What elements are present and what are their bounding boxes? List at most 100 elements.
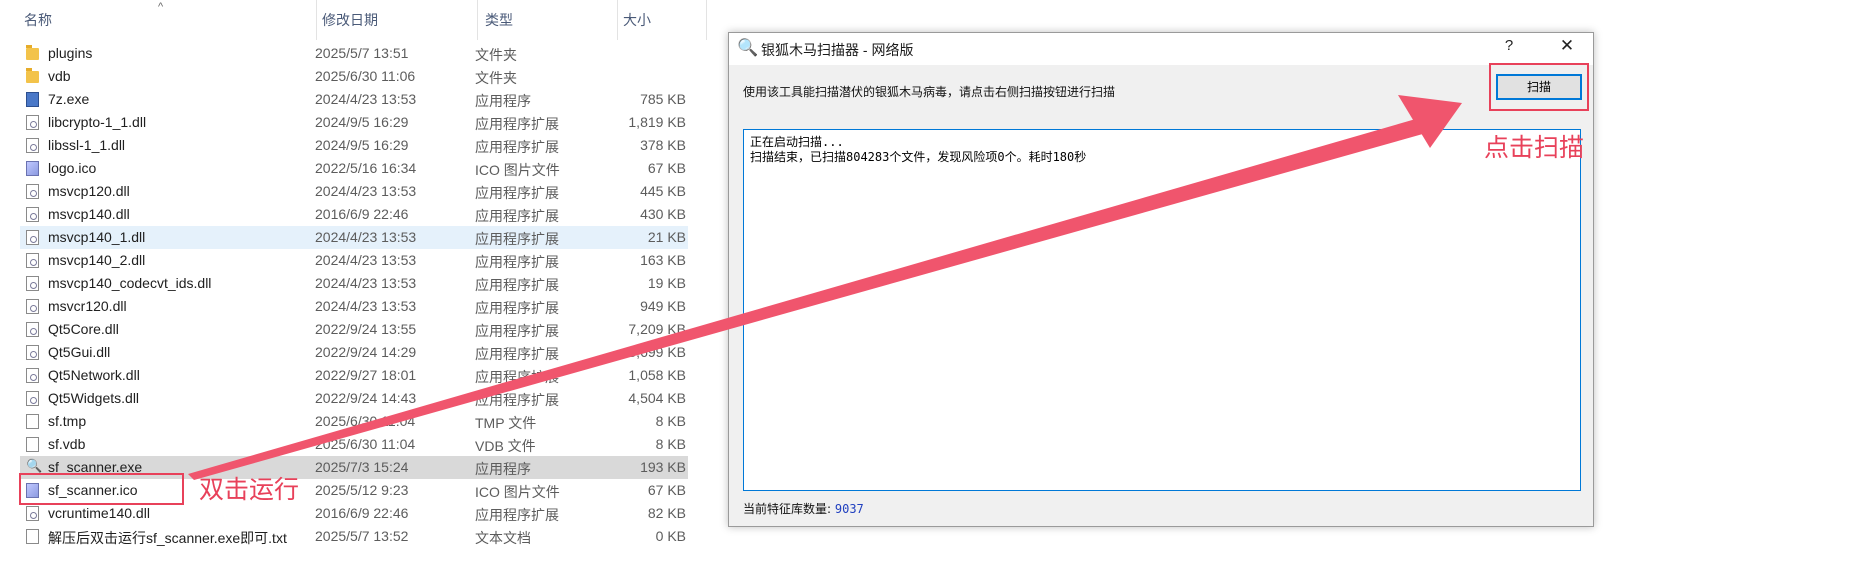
file-size: 0 KB bbox=[655, 528, 686, 544]
column-divider[interactable] bbox=[617, 0, 618, 40]
file-size: 1,819 KB bbox=[628, 114, 686, 130]
file-type: VDB 文件 bbox=[475, 438, 536, 454]
column-header-modified[interactable]: 修改日期 bbox=[322, 0, 378, 40]
file-name: 解压后双击运行sf_scanner.exe即可.txt bbox=[48, 530, 287, 546]
file-name: Qt5Network.dll bbox=[48, 367, 140, 383]
file-name: 7z.exe bbox=[48, 91, 90, 107]
dll-icon bbox=[26, 322, 39, 337]
file-row[interactable]: vcruntime140.dll 2016/6/9 22:46 应用程序扩展 82 K… bbox=[20, 502, 688, 525]
file-explorer: 名称 ^ 修改日期 类型 大小 plugins 2025/5/7 13:51 文件夹… bbox=[0, 0, 707, 567]
file-row[interactable]: plugins 2025/5/7 13:51 文件夹 bbox=[20, 42, 688, 65]
file-name: msvcp140_2.dll bbox=[48, 252, 146, 268]
sort-up-icon: ^ bbox=[158, 1, 164, 13]
file-type: 应用程序扩展 bbox=[475, 185, 559, 201]
dll-icon bbox=[26, 184, 39, 199]
file-name: plugins bbox=[48, 45, 93, 61]
dll-icon bbox=[26, 368, 39, 383]
file-type: 应用程序扩展 bbox=[475, 277, 559, 293]
file-row[interactable]: Qt5Core.dll 2022/9/24 13:55 应用程序扩展 7,209 KB bbox=[20, 318, 688, 341]
file-row[interactable]: Qt5Network.dll 2022/9/27 18:01 应用程序扩展 1,058… bbox=[20, 364, 688, 387]
dll-icon bbox=[26, 299, 39, 314]
file-name: libssl-1_1.dll bbox=[48, 137, 126, 153]
scan-button[interactable]: 扫描 bbox=[1496, 74, 1582, 100]
dll-icon bbox=[26, 115, 39, 130]
instruction-text: 使用该工具能扫描潜伏的银狐木马病毒，请点击右侧扫描按钮进行扫描 bbox=[743, 85, 1116, 99]
file-row[interactable]: msvcp140_1.dll 2024/4/23 13:53 应用程序扩展 21 KB bbox=[20, 226, 688, 249]
file-modified: 2024/4/23 13:53 bbox=[315, 275, 417, 291]
column-header-type[interactable]: 类型 bbox=[485, 0, 513, 40]
file-type: 应用程序扩展 bbox=[475, 208, 559, 224]
column-divider[interactable] bbox=[316, 0, 317, 40]
column-divider[interactable] bbox=[477, 0, 478, 40]
file-modified: 2022/9/24 13:55 bbox=[315, 321, 417, 337]
file-modified: 2022/5/16 16:34 bbox=[315, 160, 417, 176]
file-row[interactable]: logo.ico 2022/5/16 16:34 ICO 图片文件 67 KB bbox=[20, 157, 688, 180]
magnifier-icon: 🔍 bbox=[26, 458, 43, 473]
file-row[interactable]: msvcp140_codecvt_ids.dll 2024/4/23 13:53 应… bbox=[20, 272, 688, 295]
column-header-name[interactable]: 名称 bbox=[24, 0, 52, 40]
dll-icon bbox=[26, 276, 39, 291]
file-type: ICO 图片文件 bbox=[475, 484, 560, 500]
scan-log-textarea[interactable]: 正在启动扫描... 扫描结束，已扫描804283个文件，发现风险项0个。耗时18… bbox=[743, 129, 1581, 491]
file-size: 430 KB bbox=[640, 206, 686, 222]
file-modified: 2025/6/30 11:04 bbox=[315, 436, 416, 452]
file-size: 193 KB bbox=[640, 459, 686, 475]
file-name: msvcr120.dll bbox=[48, 298, 127, 314]
file-type: 应用程序扩展 bbox=[475, 116, 559, 132]
file-icon bbox=[26, 437, 39, 452]
file-modified: 2025/5/7 13:52 bbox=[315, 528, 409, 544]
close-icon[interactable]: ✕ bbox=[1555, 36, 1579, 56]
column-divider[interactable] bbox=[706, 0, 707, 40]
file-row[interactable]: 解压后双击运行sf_scanner.exe即可.txt 2025/5/7 13:5… bbox=[20, 525, 688, 548]
dll-icon bbox=[26, 345, 39, 360]
column-header-size[interactable]: 大小 bbox=[623, 0, 651, 40]
dll-icon bbox=[26, 253, 39, 268]
file-modified: 2024/4/23 13:53 bbox=[315, 183, 417, 199]
file-type: 文本文档 bbox=[475, 530, 531, 546]
file-row[interactable]: vdb 2025/6/30 11:06 文件夹 bbox=[20, 65, 688, 88]
file-type: 文件夹 bbox=[475, 47, 517, 63]
file-name: msvcp140_codecvt_ids.dll bbox=[48, 275, 212, 291]
file-name: msvcp140_1.dll bbox=[48, 229, 146, 245]
file-name: vdb bbox=[48, 68, 71, 84]
file-modified: 2024/4/23 13:53 bbox=[315, 252, 417, 268]
file-row[interactable]: msvcp140_2.dll 2024/4/23 13:53 应用程序扩展 163 K… bbox=[20, 249, 688, 272]
file-row[interactable]: msvcp140.dll 2016/6/9 22:46 应用程序扩展 430 KB bbox=[20, 203, 688, 226]
file-modified: 2016/6/9 22:46 bbox=[315, 505, 409, 521]
dialog-titlebar[interactable]: 🔍 银狐木马扫描器 - 网络版 ? ✕ bbox=[729, 33, 1593, 65]
file-name: msvcp140.dll bbox=[48, 206, 130, 222]
file-type: 应用程序扩展 bbox=[475, 300, 559, 316]
file-size: 19 KB bbox=[647, 275, 686, 291]
file-size: 67 KB bbox=[647, 160, 686, 176]
scanner-dialog: 🔍 银狐木马扫描器 - 网络版 ? ✕ 使用该工具能扫描潜伏的银狐木马病毒，请点… bbox=[728, 32, 1594, 527]
file-row[interactable]: 7z.exe 2024/4/23 13:53 应用程序 785 KB bbox=[20, 88, 688, 111]
dll-icon bbox=[26, 391, 39, 406]
file-row[interactable]: Qt5Gui.dll 2022/9/24 14:29 应用程序扩展 5,699 KB bbox=[20, 341, 688, 364]
file-row[interactable]: sf.tmp 2025/6/30 11:04 TMP 文件 8 KB bbox=[20, 410, 688, 433]
file-name: sf.tmp bbox=[48, 413, 87, 429]
file-modified: 2025/6/30 11:04 bbox=[315, 413, 416, 429]
file-type: 文件夹 bbox=[475, 70, 517, 86]
file-row[interactable]: libcrypto-1_1.dll 2024/9/5 16:29 应用程序扩展 1,8… bbox=[20, 111, 688, 134]
file-row[interactable]: Qt5Widgets.dll 2022/9/24 14:43 应用程序扩展 4,504… bbox=[20, 387, 688, 410]
dll-icon bbox=[26, 230, 39, 245]
file-modified: 2025/5/12 9:23 bbox=[315, 482, 409, 498]
file-type: TMP 文件 bbox=[475, 415, 537, 431]
file-modified: 2025/7/3 15:24 bbox=[315, 459, 409, 475]
file-size: 445 KB bbox=[640, 183, 686, 199]
file-size: 163 KB bbox=[640, 252, 686, 268]
file-row[interactable]: libssl-1_1.dll 2024/9/5 16:29 应用程序扩展 378 KB bbox=[20, 134, 688, 157]
file-modified: 2025/5/7 13:51 bbox=[315, 45, 409, 61]
scanner-highlight-box bbox=[19, 473, 184, 505]
file-name: logo.ico bbox=[48, 160, 97, 176]
file-size: 949 KB bbox=[640, 298, 686, 314]
file-name: libcrypto-1_1.dll bbox=[48, 114, 147, 130]
file-row[interactable]: sf.vdb 2025/6/30 11:04 VDB 文件 8 KB bbox=[20, 433, 688, 456]
help-button[interactable]: ? bbox=[1497, 37, 1521, 54]
file-size: 1,058 KB bbox=[628, 367, 686, 383]
click-annotation: 点击扫描 bbox=[1484, 134, 1585, 162]
file-row[interactable]: msvcp120.dll 2024/4/23 13:53 应用程序扩展 445 KB bbox=[20, 180, 688, 203]
file-name: sf.vdb bbox=[48, 436, 86, 452]
file-row[interactable]: msvcr120.dll 2024/4/23 13:53 应用程序扩展 949 KB bbox=[20, 295, 688, 318]
file-size: 7,209 KB bbox=[628, 321, 686, 337]
